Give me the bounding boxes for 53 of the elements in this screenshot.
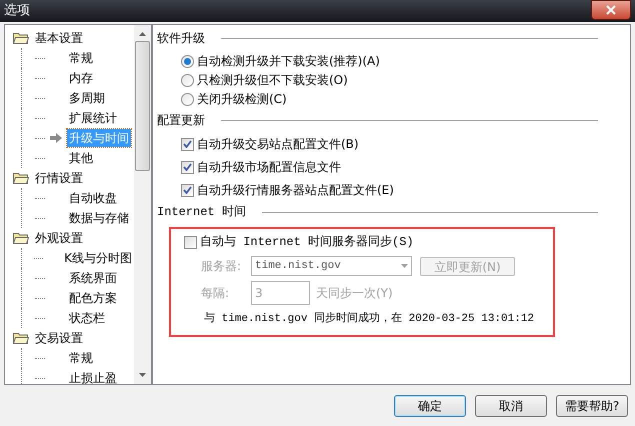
radio-label: 只检测升级但不下载安装(O) xyxy=(197,72,348,89)
checkbox[interactable] xyxy=(181,160,194,174)
section-title: Internet 时间 xyxy=(157,204,246,221)
tree-item[interactable]: 状态栏 xyxy=(67,309,107,327)
checkbox[interactable] xyxy=(181,184,194,196)
interval-unit: 天同步一次(Y) xyxy=(316,285,393,302)
tree-item[interactable]: 常规 xyxy=(67,349,95,367)
server-label: 服务器: xyxy=(201,258,242,275)
tree-item[interactable]: 配色方案 xyxy=(67,289,119,307)
tree-item[interactable]: 常规 xyxy=(67,49,95,67)
tree-item[interactable]: 止损止盈 xyxy=(67,369,119,384)
radio-label: 关闭升级检测(C) xyxy=(197,91,287,108)
radio-label: 自动检测升级并下载安装(推荐)(A) xyxy=(197,53,380,70)
tree-item[interactable]: 其他 xyxy=(67,149,95,167)
caret-icon xyxy=(401,264,408,268)
checkbox-label: 自动升级行情服务器站点配置文件(E) xyxy=(197,182,394,199)
tree-item[interactable]: 自动收盘 xyxy=(67,189,119,207)
checkbox-label: 自动与 Internet 时间服务器同步(S) xyxy=(200,234,414,251)
tree-item[interactable]: 数据与存储 xyxy=(67,209,131,227)
folder-icon xyxy=(13,232,29,244)
tree-item[interactable]: 内存 xyxy=(67,69,95,87)
arrow-icon xyxy=(50,133,62,143)
window-title: 选项 xyxy=(4,2,30,20)
tree-item[interactable]: 系统界面 xyxy=(67,269,119,287)
interval-label: 每隔: xyxy=(201,285,230,302)
tree-item[interactable]: 扩展统计 xyxy=(67,109,119,127)
close-icon xyxy=(606,5,616,15)
scroll-up-icon xyxy=(139,32,146,36)
dialog-button[interactable]: 确定 xyxy=(394,395,466,417)
radio-button[interactable] xyxy=(181,54,194,68)
checkbox-label: 自动升级交易站点配置文件(B) xyxy=(197,136,359,153)
folder-icon xyxy=(13,172,29,184)
scroll-down-icon xyxy=(139,373,146,377)
checkbox[interactable] xyxy=(181,138,194,150)
dialog-button[interactable]: 需要帮助? xyxy=(556,395,628,417)
dialog-button[interactable]: 取消 xyxy=(475,395,547,417)
section-title: 软件升级 xyxy=(157,30,205,47)
scroll-thumb[interactable] xyxy=(135,41,150,171)
section-title: 配置更新 xyxy=(157,112,205,129)
scrollbar[interactable] xyxy=(134,25,151,384)
tree-group[interactable]: 交易设置 xyxy=(35,329,83,347)
sync-status: 与 time.nist.gov 同步时间成功，在 2020-03-25 13:01:12 xyxy=(204,311,536,327)
tree-item[interactable]: K线与分时图 xyxy=(62,249,134,267)
tree-item[interactable]: 多周期 xyxy=(67,89,107,107)
close-button[interactable] xyxy=(591,0,631,20)
folder-icon xyxy=(13,32,29,44)
tree-group[interactable]: 行情设置 xyxy=(35,169,83,187)
radio-button[interactable] xyxy=(181,92,194,106)
tree-group[interactable]: 外观设置 xyxy=(35,229,83,247)
folder-icon xyxy=(13,332,29,344)
checkbox-label: 自动升级市场配置信息文件 xyxy=(197,159,341,176)
tree-group[interactable]: 基本设置 xyxy=(35,29,83,47)
radio-button[interactable] xyxy=(181,74,194,86)
